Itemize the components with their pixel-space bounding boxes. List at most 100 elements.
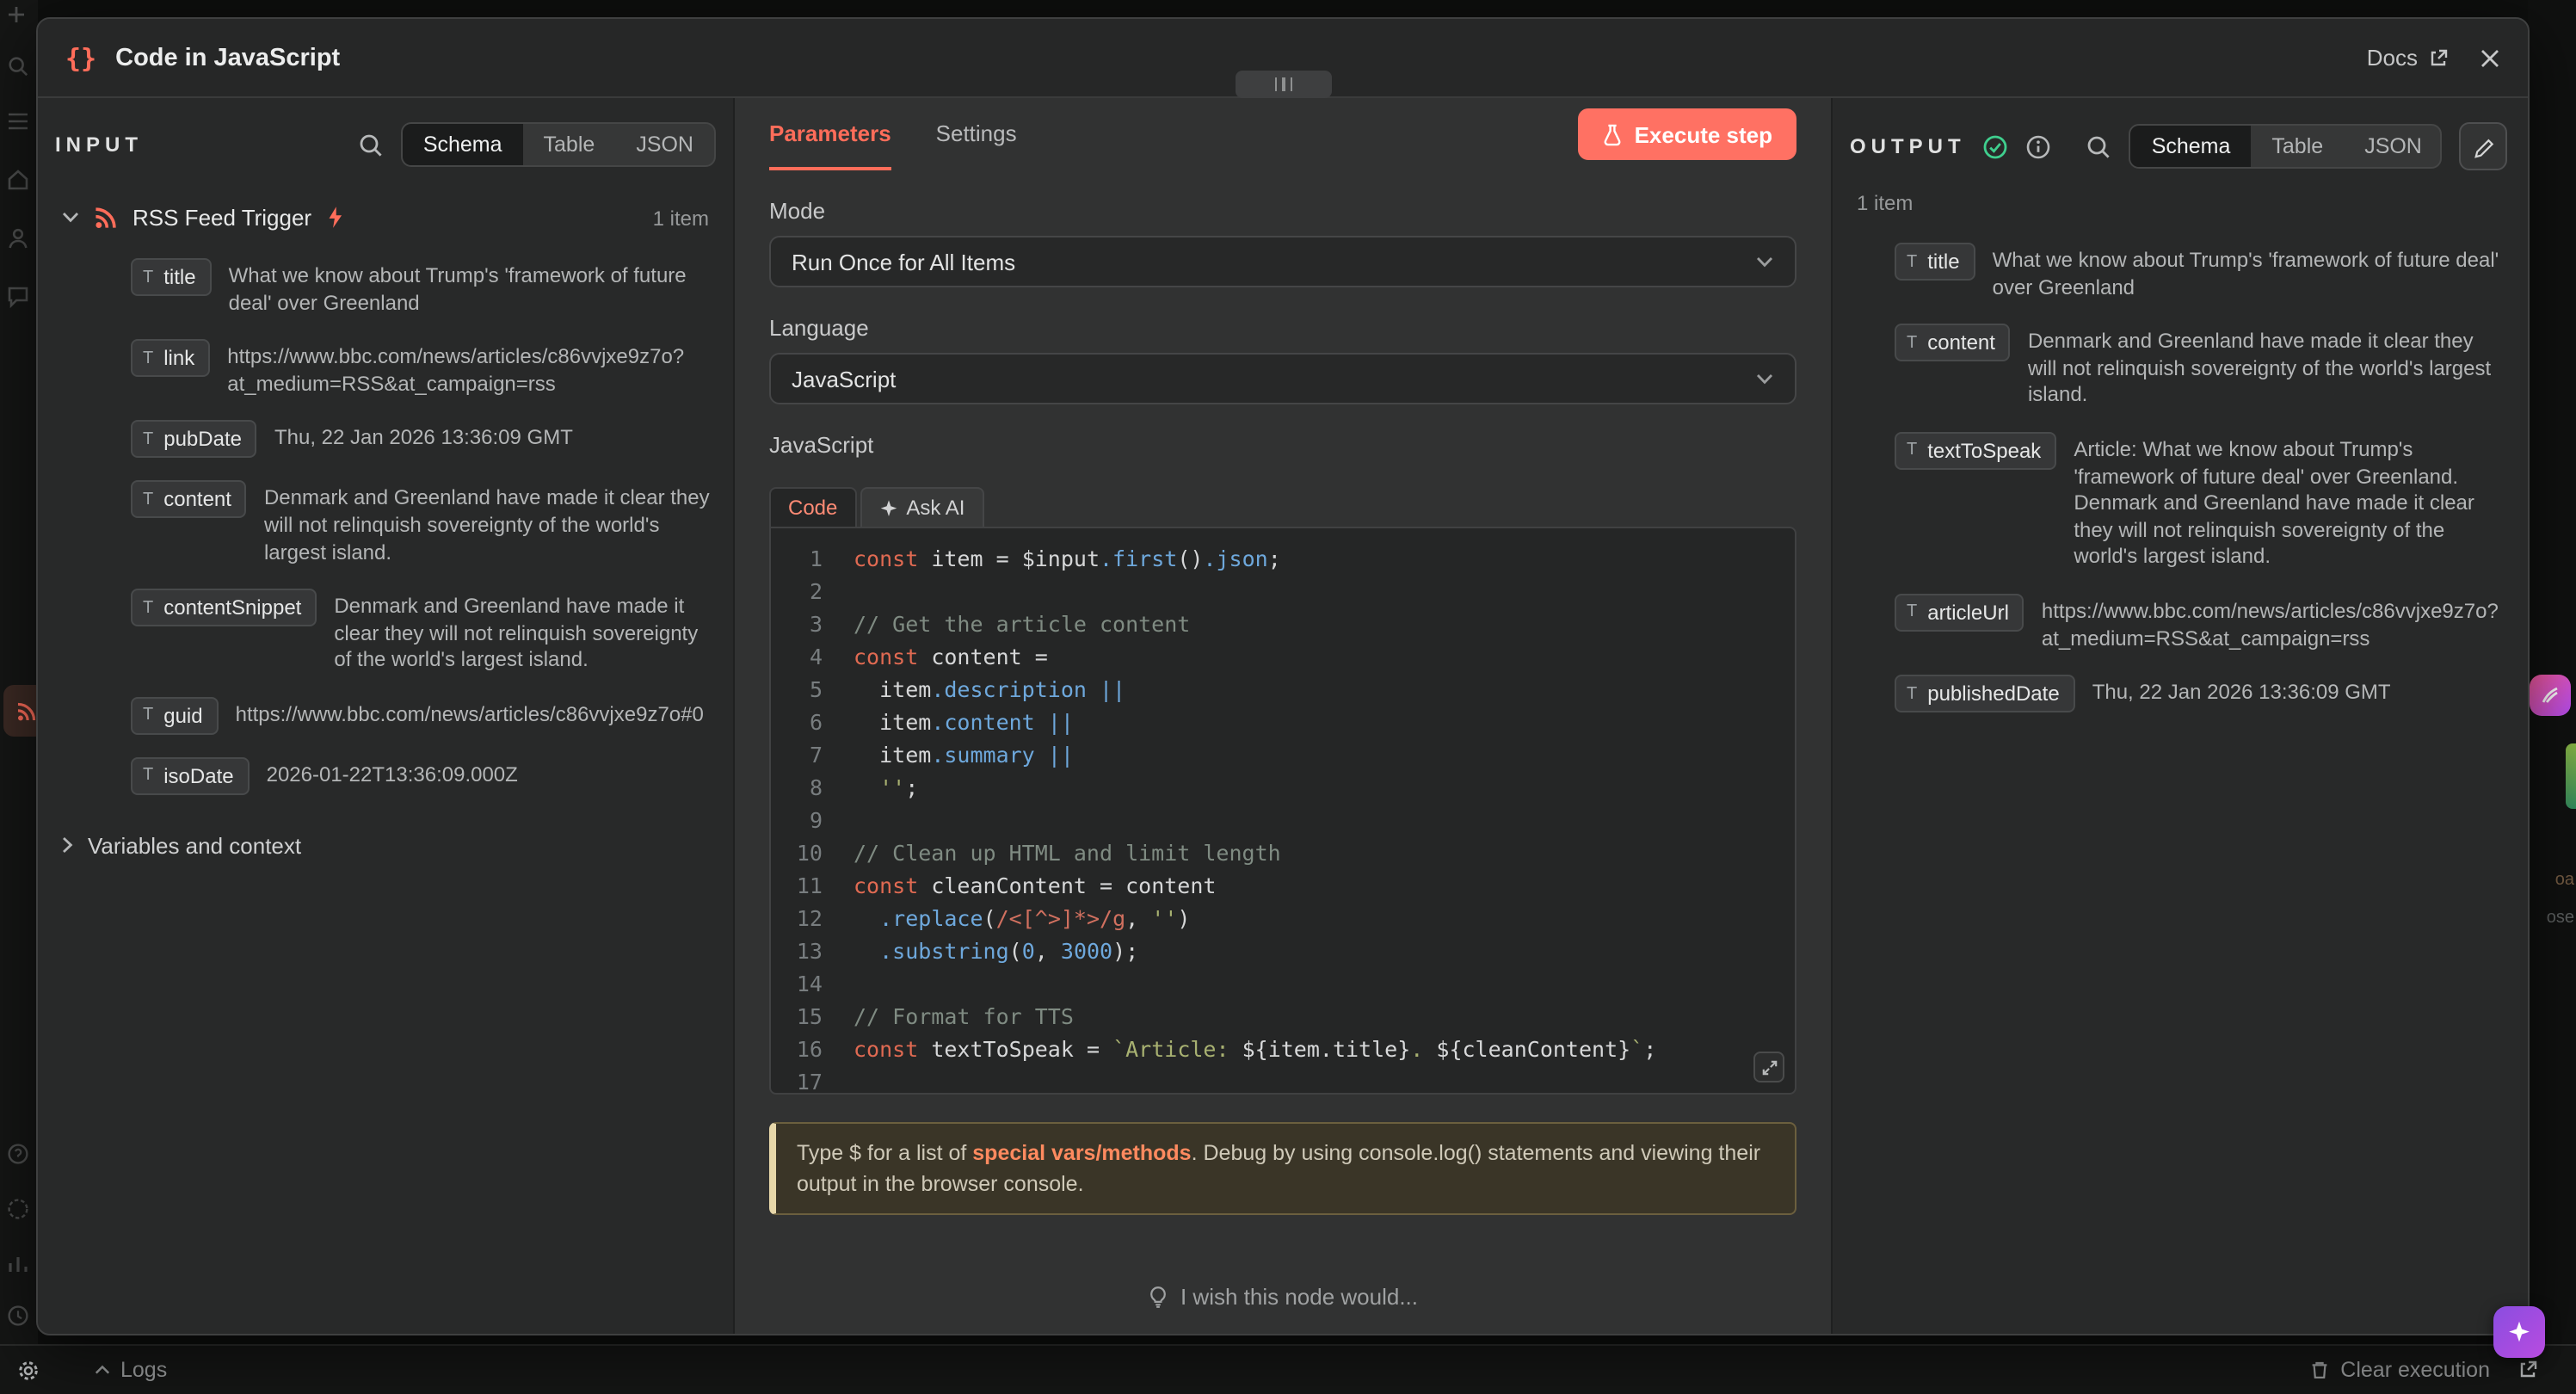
schema-key-pill[interactable]: T link xyxy=(131,339,210,377)
schema-key-pill[interactable]: T title xyxy=(1895,243,1975,281)
docs-link[interactable]: Docs xyxy=(2367,45,2449,71)
schema-key-pill[interactable]: T publishedDate xyxy=(1895,675,2075,712)
type-string-icon: T xyxy=(143,348,153,367)
schema-key-pill[interactable]: T guid xyxy=(131,697,219,735)
schema-key-pill[interactable]: T isoDate xyxy=(131,757,250,795)
nav-users-icon[interactable] xyxy=(7,227,29,250)
type-string-icon: T xyxy=(1907,441,1917,460)
editor-tabs: Code Ask AI xyxy=(769,487,1796,527)
close-icon[interactable] xyxy=(2480,47,2500,68)
edit-output-button[interactable] xyxy=(2459,122,2507,170)
output-view-tabs: Schema Table JSON xyxy=(2129,124,2443,169)
schema-key-name: pubDate xyxy=(163,428,242,452)
schema-field-row: T title What we know about Trump's 'fram… xyxy=(131,258,716,317)
nav-help-icon[interactable] xyxy=(7,1143,29,1165)
parameters-panel: Parameters Settings Execute step Mode Ru… xyxy=(733,98,1833,1334)
input-tab-schema[interactable]: Schema xyxy=(403,124,523,165)
execute-step-button[interactable]: Execute step xyxy=(1578,108,1796,160)
type-string-icon: T xyxy=(143,490,153,509)
logs-bar: Logs Clear execution xyxy=(0,1344,2576,1394)
output-panel: OUTPUT Schema Table JSON xyxy=(1833,98,2528,1334)
gear-icon[interactable] xyxy=(17,1359,40,1381)
panel-drag-handle[interactable] xyxy=(1236,71,1332,98)
schema-field-row: T pubDate Thu, 22 Jan 2026 13:36:09 GMT xyxy=(131,421,716,459)
nav-home-icon[interactable] xyxy=(7,169,29,191)
input-source-name: RSS Feed Trigger xyxy=(132,205,311,231)
language-label: Language xyxy=(769,315,1796,341)
output-schema-list: T title What we know about Trump's 'fram… xyxy=(1850,243,2507,712)
canvas-media-node-icon[interactable] xyxy=(2530,675,2571,716)
ai-assistant-button[interactable] xyxy=(2493,1306,2545,1358)
schema-field-row: T contentSnippet Denmark and Greenland h… xyxy=(131,589,716,675)
schema-key-pill[interactable]: T content xyxy=(1895,324,2011,361)
nav-insights-icon[interactable] xyxy=(7,1253,29,1275)
node-feedback-link[interactable]: I wish this node would... xyxy=(769,1284,1796,1310)
clear-execution-button[interactable]: Clear execution xyxy=(2309,1358,2490,1382)
schema-key-name: textToSpeak xyxy=(1927,439,2041,463)
mode-select[interactable]: Run Once for All Items xyxy=(769,236,1796,287)
schema-key-pill[interactable]: T content xyxy=(131,481,247,519)
nav-templates-icon[interactable] xyxy=(7,1198,29,1220)
check-circle-icon xyxy=(1983,133,2009,159)
input-schema-list: T title What we know about Trump's 'fram… xyxy=(55,258,716,795)
flask-icon xyxy=(1602,123,1623,145)
schema-field-value: Denmark and Greenland have made it clear… xyxy=(2028,324,2507,410)
external-link-icon xyxy=(2428,47,2449,68)
nav-list-icon[interactable] xyxy=(7,110,29,133)
search-icon[interactable] xyxy=(2086,133,2112,159)
input-tab-json[interactable]: JSON xyxy=(615,124,714,165)
schema-key-pill[interactable]: T textToSpeak xyxy=(1895,432,2056,470)
code-editor[interactable]: 1const item = $input.first().json;2 3// … xyxy=(769,527,1796,1095)
schema-field-value: Denmark and Greenland have made it clear… xyxy=(334,589,716,675)
schema-field-value: Article: What we know about Trump's 'fra… xyxy=(2074,432,2507,571)
schema-field-value: Denmark and Greenland have made it clear… xyxy=(264,481,716,567)
schema-key-name: contentSnippet xyxy=(163,595,301,620)
bolt-icon xyxy=(325,207,342,229)
schema-field-row: T link https://www.bbc.com/news/articles… xyxy=(131,339,716,398)
special-vars-link[interactable]: special vars/methods xyxy=(972,1141,1191,1165)
tab-parameters[interactable]: Parameters xyxy=(769,98,891,170)
logs-label-text: Logs xyxy=(120,1358,167,1382)
schema-key-pill[interactable]: T articleUrl xyxy=(1895,594,2024,632)
type-string-icon: T xyxy=(143,430,153,449)
input-source-row[interactable]: RSS Feed Trigger 1 item xyxy=(55,205,716,231)
app-root: oa ose Logs Clear execution {} Code in J… xyxy=(0,0,2576,1394)
code-lines: 1const item = $input.first().json;2 3// … xyxy=(771,542,1795,1095)
nav-search-icon[interactable] xyxy=(7,55,29,77)
schema-key-pill[interactable]: T title xyxy=(131,258,212,296)
input-tab-table[interactable]: Table xyxy=(523,124,616,165)
tab-ask-ai[interactable]: Ask AI xyxy=(860,487,983,527)
schema-field-row: T guid https://www.bbc.com/news/articles… xyxy=(131,697,716,735)
tab-code[interactable]: Code xyxy=(769,487,856,527)
code-node-icon: {} xyxy=(65,42,96,73)
output-tab-schema[interactable]: Schema xyxy=(2131,126,2252,167)
node-settings-tabs: Parameters Settings Execute step xyxy=(769,98,1796,170)
type-string-icon: T xyxy=(143,598,153,617)
output-tab-table[interactable]: Table xyxy=(2251,126,2344,167)
type-string-icon: T xyxy=(143,706,153,725)
schema-field-row: T isoDate 2026-01-22T13:36:09.000Z xyxy=(131,757,716,795)
schema-field-value: Thu, 22 Jan 2026 13:36:09 GMT xyxy=(2092,675,2507,706)
expand-icon[interactable] xyxy=(1753,1052,1784,1083)
tab-settings[interactable]: Settings xyxy=(936,98,1017,170)
code-hint-callout: Type $ for a list of special vars/method… xyxy=(769,1122,1796,1216)
schema-key-pill[interactable]: T contentSnippet xyxy=(131,589,317,626)
nav-chat-icon[interactable] xyxy=(7,286,29,308)
language-select[interactable]: JavaScript xyxy=(769,353,1796,404)
search-icon[interactable] xyxy=(358,132,384,157)
schema-key-pill[interactable]: T pubDate xyxy=(131,421,257,459)
schema-field-value: https://www.bbc.com/news/articles/c86vvj… xyxy=(236,697,716,729)
left-nav-rail xyxy=(0,0,38,1394)
canvas-right-edge: oa ose xyxy=(2528,0,2576,1394)
plus-icon[interactable] xyxy=(7,5,26,24)
pop-out-icon[interactable] xyxy=(2517,1360,2538,1380)
output-tab-json[interactable]: JSON xyxy=(2344,126,2442,167)
variables-and-context-row[interactable]: Variables and context xyxy=(55,833,716,859)
nav-updates-icon[interactable] xyxy=(7,1305,29,1327)
chevron-down-icon xyxy=(1755,373,1774,385)
schema-key-name: isoDate xyxy=(163,764,233,788)
schema-key-name: content xyxy=(163,488,231,512)
type-string-icon: T xyxy=(1907,333,1917,352)
logs-toggle[interactable]: Logs xyxy=(95,1358,167,1382)
schema-field-value: What we know about Trump's 'framework of… xyxy=(1993,243,2507,301)
